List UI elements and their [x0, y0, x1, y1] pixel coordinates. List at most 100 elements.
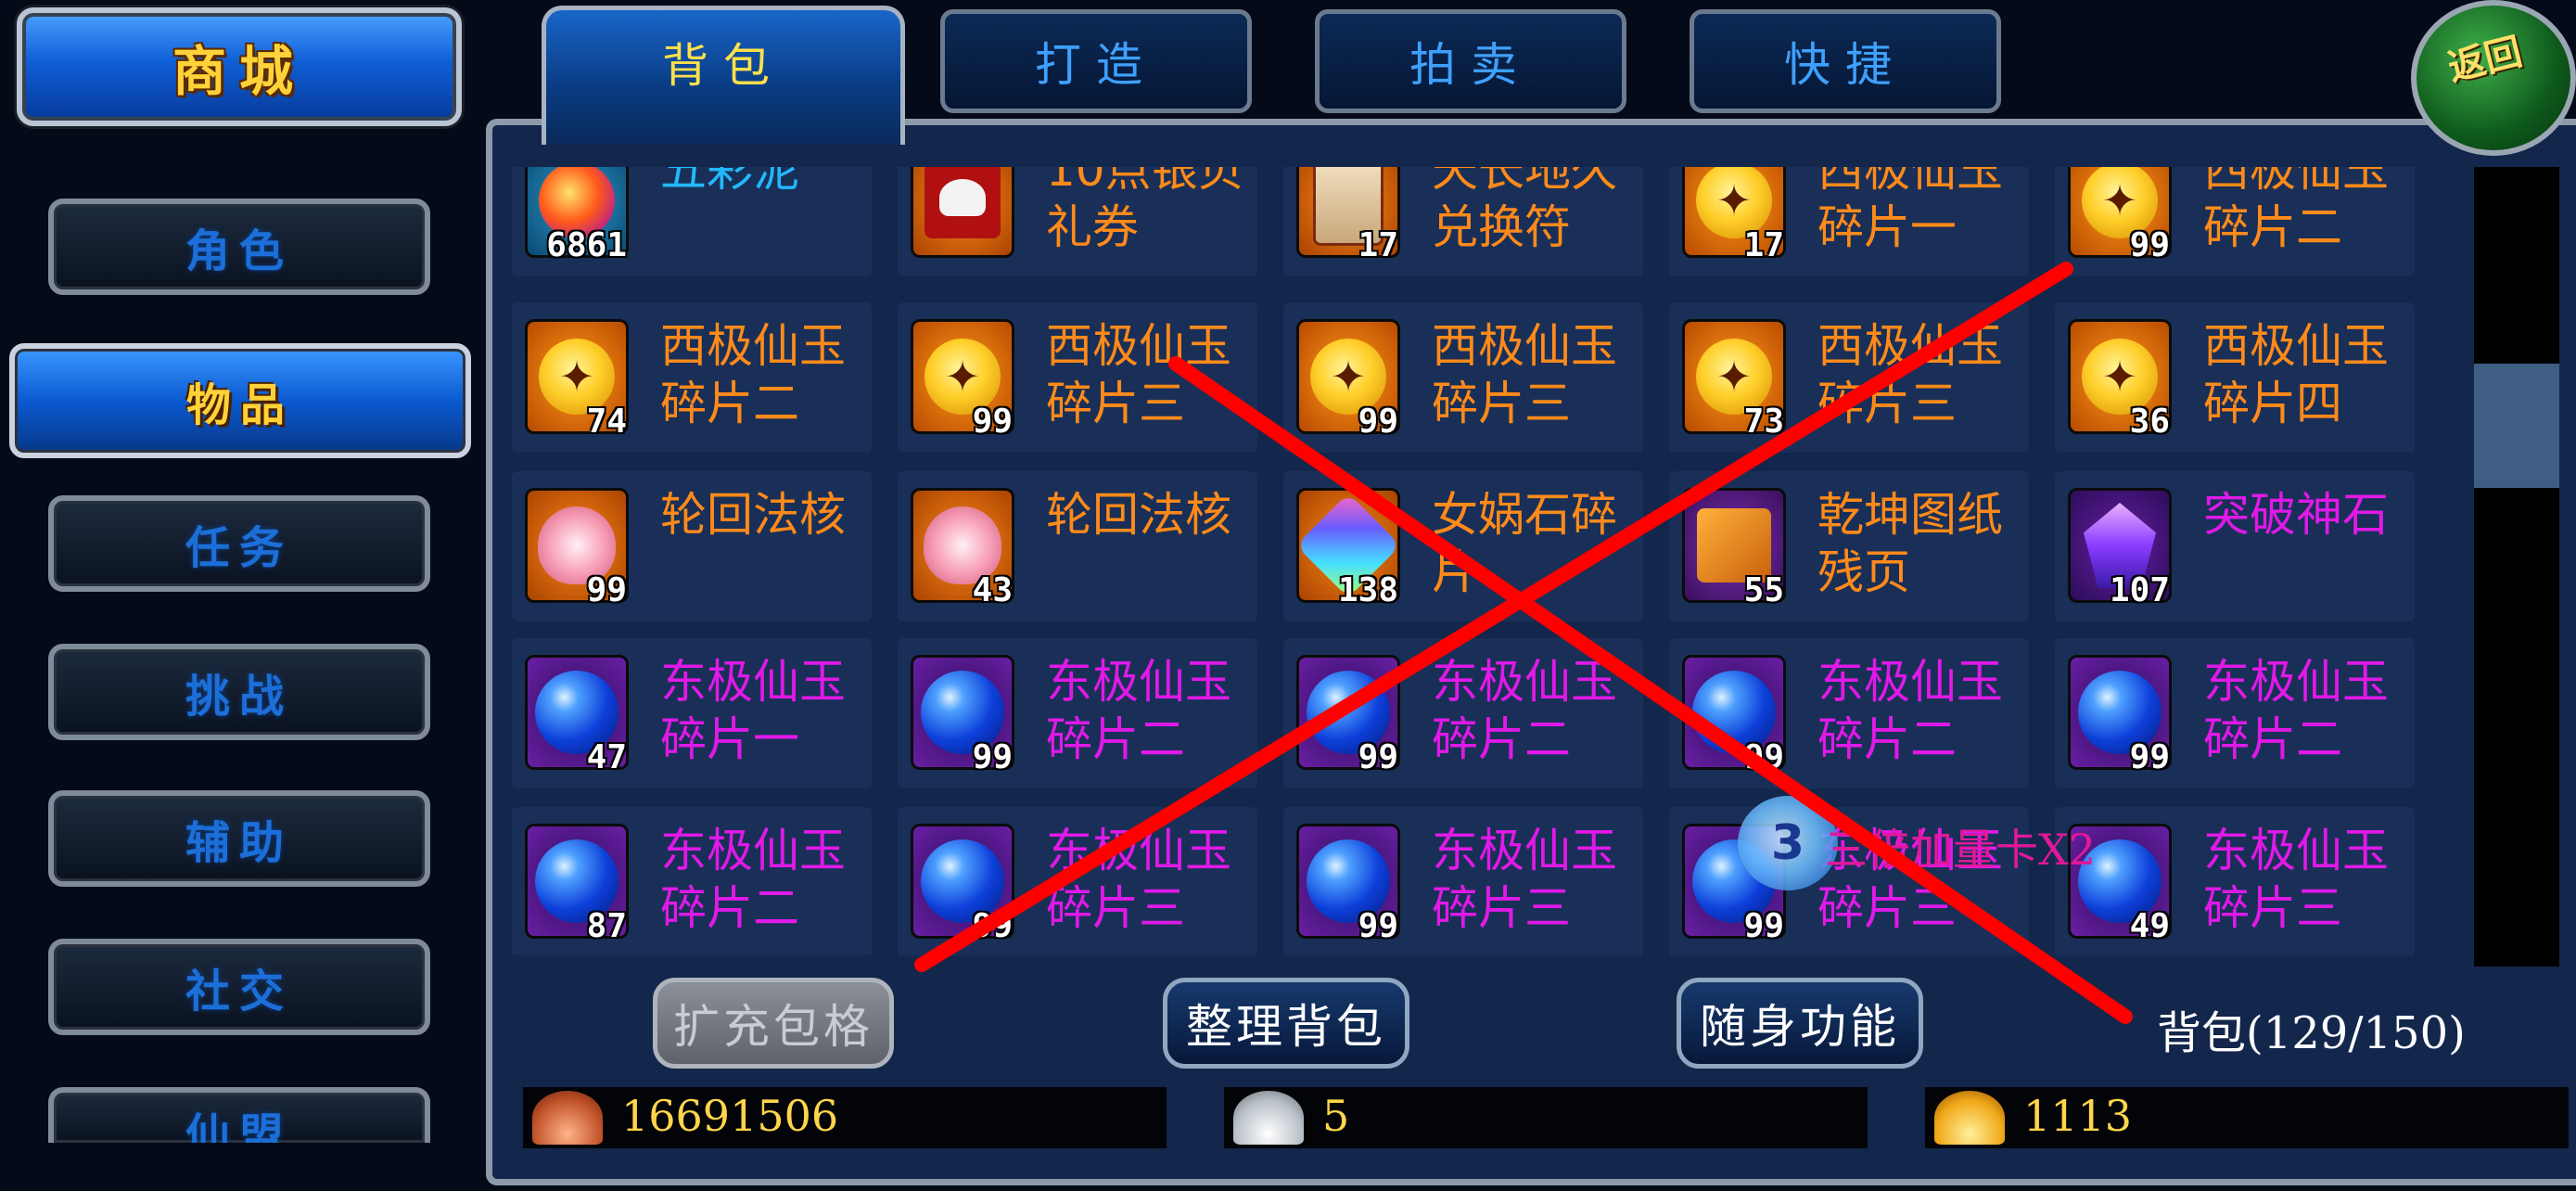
item-name-line: 东极仙玉 [1046, 655, 1231, 709]
item-name-line: 碎片二 [660, 881, 799, 935]
inventory-slot[interactable]: 17 西极仙玉碎片一 [1669, 167, 2029, 276]
inventory-slot[interactable]: 87 东极仙玉 碎片二 [512, 807, 872, 955]
inventory-slot[interactable]: 99 东极仙玉 碎片二 [898, 638, 1257, 788]
nav-challenge-label: 挑战 [185, 671, 293, 723]
item-name: 突破神石 [2203, 486, 2417, 544]
nav-challenge-button[interactable]: 挑战 [48, 644, 430, 740]
item-count: 99 [2129, 738, 2170, 776]
inventory-slot[interactable]: 99 西极仙玉碎片三 [1283, 302, 1643, 453]
item-name: 东极仙玉 碎片三 [1046, 822, 1259, 937]
tab-auction-label: 拍卖 [1409, 38, 1532, 92]
tab-shortcut[interactable]: 快捷 [1690, 9, 2001, 113]
inventory-slot[interactable]: 74 西极仙玉碎片二 [512, 302, 872, 453]
item-name: 西极仙玉 碎片一 [1817, 167, 2031, 256]
item-name-line: 东极仙玉 [1046, 824, 1231, 877]
item-name: 轮回法核 [1046, 486, 1259, 544]
triple-card-icon: 3 [1738, 796, 1838, 890]
item-name: 女娲石碎片 [1432, 486, 1645, 601]
nav-social-label: 社交 [185, 966, 293, 1018]
nav-guild-button[interactable]: 仙盟 [48, 1087, 430, 1143]
item-count: 73 [1743, 403, 1784, 441]
gold-amount: 1113 [2023, 1091, 2133, 1141]
return-button[interactable]: 返回 [2411, 0, 2576, 156]
sort-bag-label: 整理背包 [1186, 1000, 1386, 1054]
inventory-slot[interactable]: 10点银贝 礼券 [898, 167, 1257, 276]
bag-capacity: 背包(129/150) [2157, 1007, 2466, 1059]
item-name: 乾坤图纸 残页 [1817, 486, 2031, 601]
inventory-slot[interactable]: 55 乾坤图纸 残页 [1669, 471, 2029, 621]
item-name-line: 东极仙玉 [1432, 824, 1617, 877]
nav-assist-label: 辅助 [185, 817, 293, 869]
item-count: 99 [1358, 403, 1398, 441]
triple-card-text: 三倍加量卡X2 [1825, 825, 2097, 875]
item-name-line: 兑换符 [1432, 200, 1571, 254]
item-name-line: 碎片一 [1817, 200, 1957, 254]
nav-role-button[interactable]: 角色 [48, 198, 430, 295]
inventory-slot[interactable]: 49 东极仙玉 碎片三 [2055, 807, 2415, 955]
tab-forge[interactable]: 打造 [940, 9, 1252, 113]
item-name-line: 轮回法核 [1046, 488, 1231, 542]
tab-bag[interactable]: 背包 [542, 6, 905, 145]
item-count: 99 [1743, 907, 1784, 945]
shop-label: 商城 [172, 40, 306, 103]
item-count: 99 [972, 403, 1013, 441]
inventory-slot[interactable]: 36 西极仙玉碎片四 [2055, 302, 2415, 453]
inventory-slot[interactable]: 43 轮回法核 [898, 471, 1257, 621]
item-count: 36 [2129, 403, 2170, 441]
inventory-slot[interactable]: 47 东极仙玉 碎片一 [512, 638, 872, 788]
inventory-slot[interactable]: 99 轮回法核 [512, 471, 872, 621]
inventory-scrollbar[interactable] [2474, 167, 2559, 967]
silver-shell-icon [1233, 1091, 1304, 1145]
inventory-slot[interactable]: 99 东极仙玉 碎片三 [898, 807, 1257, 955]
inventory-slot[interactable]: 138 女娲石碎片 [1283, 471, 1643, 621]
inventory-slot[interactable]: 17 天长地久 兑换符 [1283, 167, 1643, 276]
item-count: 47 [586, 738, 627, 776]
item-name: 西极仙玉 碎片二 [2203, 167, 2417, 256]
item-name-line: 碎片二 [1046, 712, 1185, 766]
inventory-slot[interactable]: 99 东极仙玉 碎片二 [2055, 638, 2415, 788]
item-name-line: 东极仙玉 [1432, 655, 1617, 709]
item-name-line: 东极仙玉 [660, 655, 846, 709]
inventory-slot[interactable]: 107 突破神石 [2055, 471, 2415, 621]
item-name: 东极仙玉 碎片二 [1817, 653, 2031, 768]
item-name-line: 碎片三 [1817, 881, 1957, 935]
nav-items-button[interactable]: 物品 [9, 343, 471, 458]
expand-slots-button[interactable]: 扩充包格 [653, 978, 894, 1069]
item-name-line: 碎片三 [1046, 881, 1185, 935]
item-name: 天长地久 兑换符 [1432, 167, 1645, 256]
tab-shortcut-label: 快捷 [1784, 38, 1906, 92]
item-count: 99 [586, 571, 627, 609]
copper-shell-icon [532, 1091, 603, 1145]
item-name-line: 碎片二 [2203, 200, 2342, 254]
sort-bag-button[interactable]: 整理背包 [1163, 978, 1409, 1069]
item-name: 东极仙玉 碎片二 [1046, 653, 1259, 768]
nav-social-button[interactable]: 社交 [48, 939, 430, 1035]
inventory-slot[interactable]: 99 西极仙玉碎片三 [898, 302, 1257, 453]
inventory-slot[interactable]: 6861 五彩泥 [512, 167, 872, 276]
tab-auction[interactable]: 拍卖 [1315, 9, 1626, 113]
nav-quest-button[interactable]: 任务 [48, 495, 430, 592]
item-name-line: 碎片三 [1432, 377, 1571, 430]
return-label: 返回 [2443, 29, 2527, 90]
item-name-line: 西极仙玉 [1046, 319, 1231, 373]
inventory-slot[interactable]: 99 西极仙玉碎片二 [2055, 167, 2415, 276]
gold-shell-bar: 1113 [1925, 1087, 2569, 1148]
carry-functions-button[interactable]: 随身功能 [1677, 978, 1923, 1069]
inventory-slot[interactable]: 99 东极仙玉 碎片三 [1283, 807, 1643, 955]
item-name-line: 女娲石碎 [1432, 488, 1617, 542]
item-count: 74 [586, 403, 627, 441]
item-name-line: 西极仙玉 [2203, 319, 2389, 373]
inventory-scroll-thumb[interactable] [2474, 364, 2559, 488]
copper-amount: 16691506 [621, 1091, 839, 1141]
item-count: 99 [1743, 738, 1784, 776]
item-name-line: 西极仙玉 [2203, 167, 2389, 197]
shop-button[interactable]: 商城 [17, 7, 462, 126]
nav-assist-button[interactable]: 辅助 [48, 790, 430, 887]
inventory-slot[interactable]: 99 东极仙玉 碎片二 [1283, 638, 1643, 788]
item-name-line: 片 [1432, 545, 1478, 599]
item-name-line: 碎片一 [660, 712, 799, 766]
inventory-slot[interactable]: 99 东极仙玉 碎片二 [1669, 638, 2029, 788]
item-name: 五彩泥 [660, 167, 874, 198]
inventory-slot[interactable]: 73 西极仙玉碎片三 [1669, 302, 2029, 453]
item-name-line: 东极仙玉 [1817, 655, 2003, 709]
